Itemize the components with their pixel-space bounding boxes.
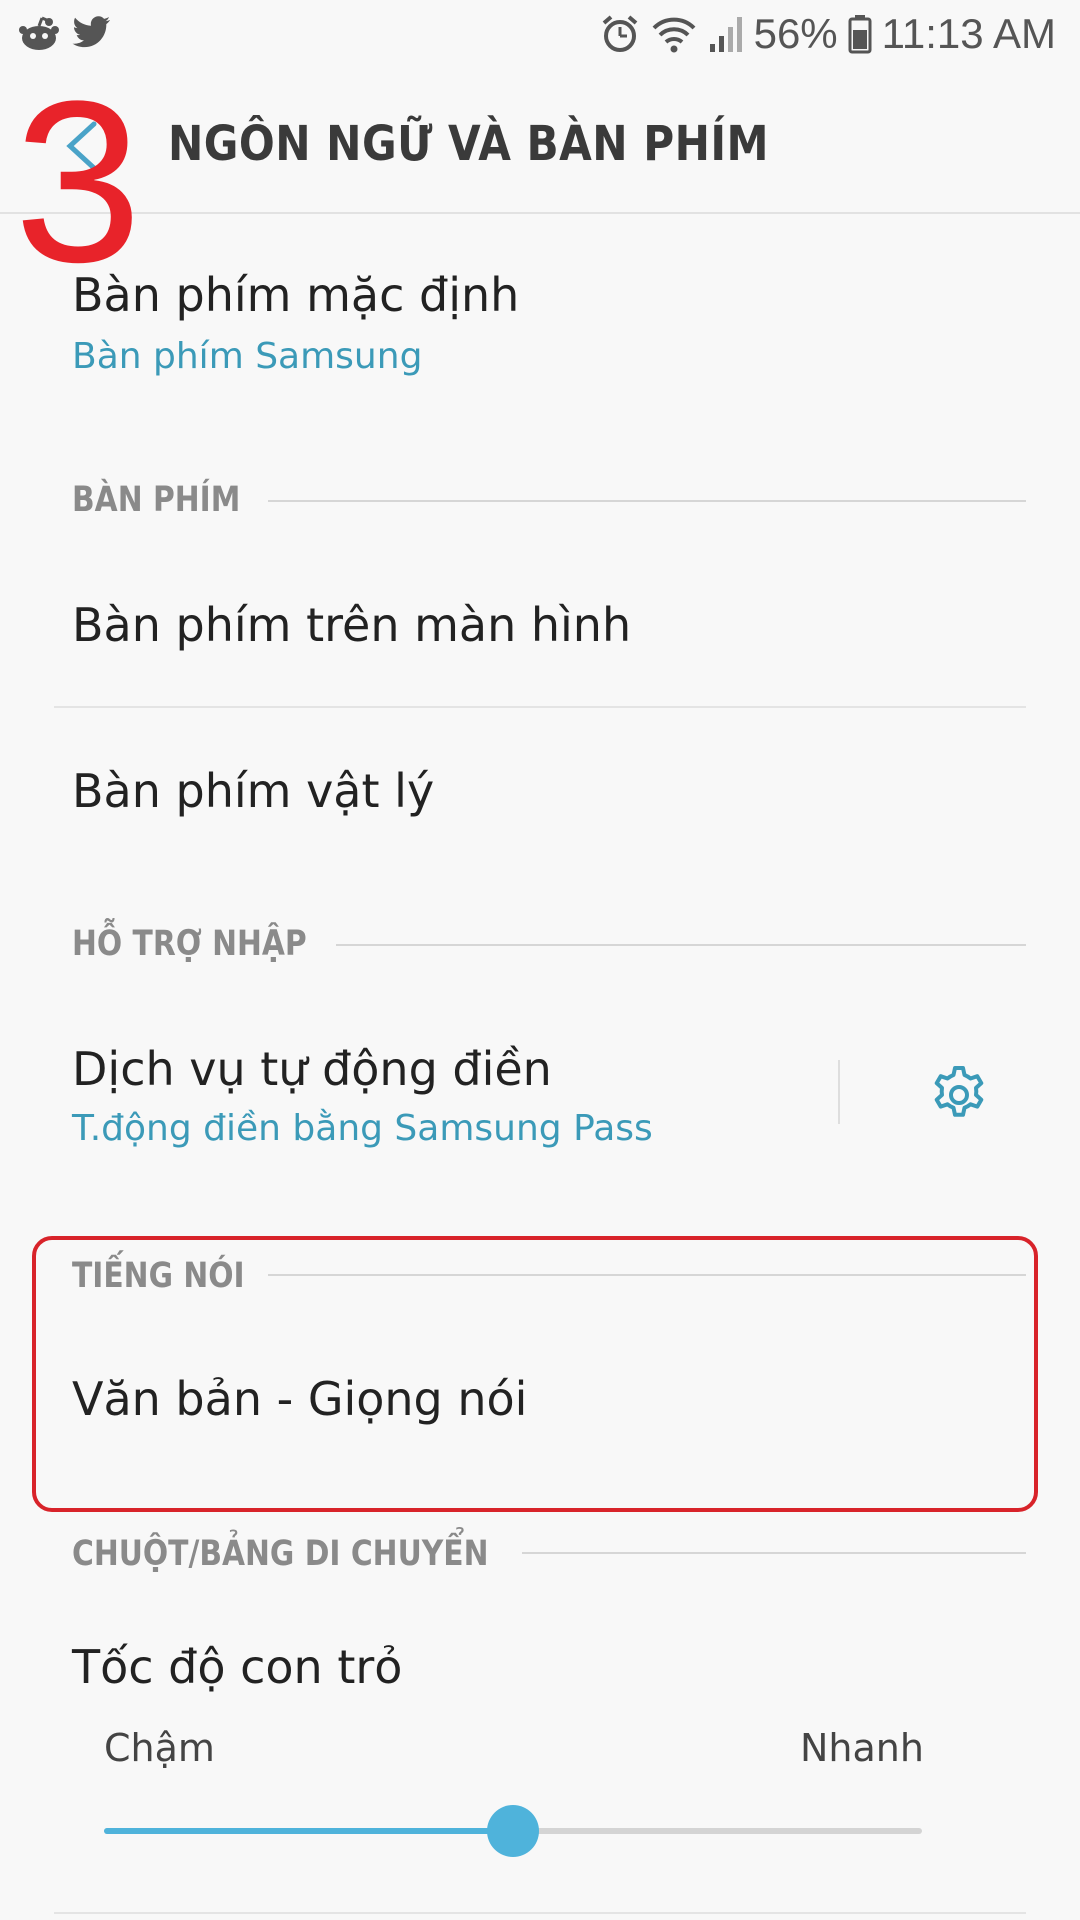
slider-label-fast: Nhanh bbox=[800, 1726, 924, 1770]
vertical-separator bbox=[838, 1060, 840, 1124]
section-divider bbox=[336, 944, 1026, 946]
section-header-keyboard: BÀN PHÍM bbox=[72, 480, 241, 520]
default-keyboard-title: Bàn phím mặc định bbox=[72, 268, 520, 322]
section-header-pointer: CHUỘT/BẢNG DI CHUYỂN bbox=[72, 1534, 489, 1574]
list-item-text-to-speech[interactable]: Văn bản - Giọng nói bbox=[72, 1372, 527, 1426]
step-annotation: 3 bbox=[14, 53, 142, 310]
status-bar: 56% 11:13 AM bbox=[0, 0, 1080, 78]
autofill-value: T.động điền bằng Samsung Pass bbox=[72, 1108, 653, 1149]
pointer-speed-title: Tốc độ con trỏ bbox=[72, 1640, 403, 1694]
reddit-icon bbox=[19, 16, 59, 50]
app-bar: NGÔN NGỮ VÀ BÀN PHÍM bbox=[0, 78, 1080, 214]
wifi-icon bbox=[652, 17, 696, 53]
pointer-speed-slider[interactable] bbox=[104, 1805, 922, 1857]
section-header-input-assist: HỖ TRỢ NHẬP bbox=[72, 924, 307, 964]
gear-icon[interactable] bbox=[928, 1064, 990, 1126]
list-item-onscreen-keyboard[interactable]: Bàn phím trên màn hình bbox=[72, 598, 631, 652]
autofill-title: Dịch vụ tự động điền bbox=[72, 1042, 552, 1096]
divider bbox=[54, 1912, 1026, 1914]
page-title: NGÔN NGỮ VÀ BÀN PHÍM bbox=[168, 116, 770, 172]
slider-fill bbox=[104, 1828, 513, 1834]
battery-icon bbox=[848, 15, 872, 54]
battery-percent: 56% bbox=[753, 10, 838, 57]
section-header-speech: TIẾNG NÓI bbox=[72, 1256, 245, 1296]
default-keyboard-value: Bàn phím Samsung bbox=[72, 336, 423, 377]
divider bbox=[54, 706, 1026, 708]
alarm-icon bbox=[602, 15, 637, 52]
section-divider bbox=[522, 1552, 1026, 1554]
list-item-physical-keyboard[interactable]: Bàn phím vật lý bbox=[72, 764, 434, 818]
twitter-icon bbox=[72, 16, 111, 48]
clock: 11:13 AM bbox=[881, 10, 1056, 57]
section-divider bbox=[268, 1274, 1026, 1276]
signal-icon bbox=[709, 17, 742, 52]
slider-label-slow: Chậm bbox=[104, 1726, 215, 1770]
slider-thumb[interactable] bbox=[487, 1805, 539, 1857]
section-divider bbox=[268, 500, 1026, 502]
